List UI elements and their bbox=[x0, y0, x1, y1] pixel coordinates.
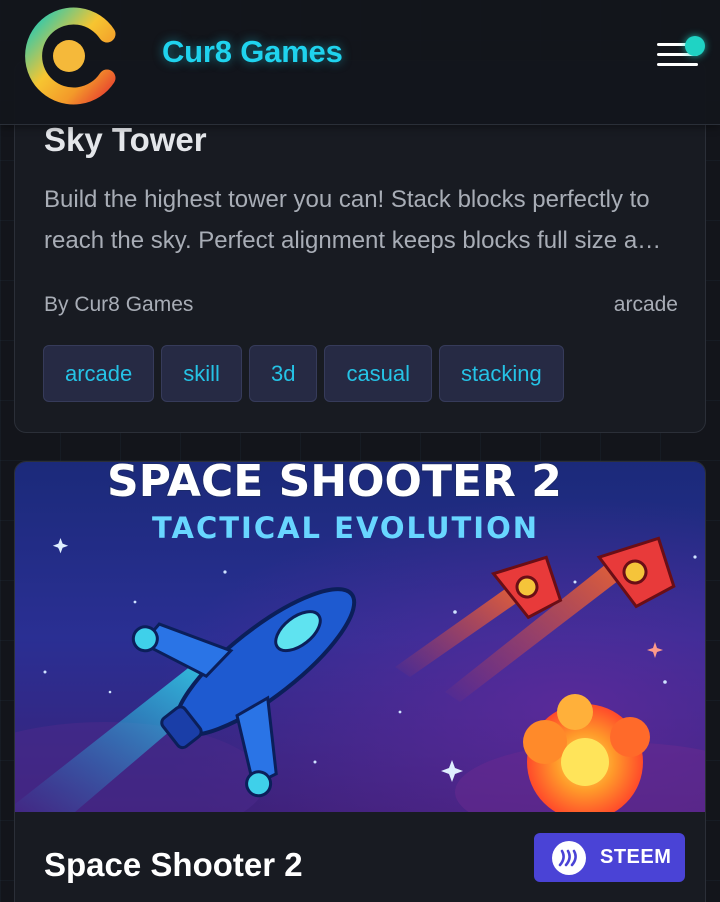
tag-stacking[interactable]: stacking bbox=[439, 345, 564, 402]
tag-skill[interactable]: skill bbox=[161, 345, 242, 402]
menu-button[interactable] bbox=[650, 36, 710, 76]
steem-logo-icon bbox=[552, 840, 586, 875]
brand-title[interactable]: Cur8 Games bbox=[162, 34, 343, 70]
tag-list: arcade skill 3d casual stacking bbox=[43, 345, 564, 402]
tag-3d[interactable]: 3d bbox=[248, 345, 318, 402]
tag-casual[interactable]: casual bbox=[324, 345, 433, 402]
top-header: Cur8 Games bbox=[0, 0, 720, 125]
game-card-space-shooter-2[interactable]: SPACE SHOOTER 2 TACTICAL EVOLUTION Space… bbox=[14, 461, 706, 902]
game-author: By Cur8 Games bbox=[44, 293, 194, 316]
hamburger-bar bbox=[657, 63, 698, 66]
thumbnail-subtitle: TACTICAL EVOLUTION bbox=[152, 511, 539, 545]
notification-dot bbox=[685, 36, 705, 56]
game-category: arcade bbox=[613, 293, 678, 316]
game-description: Build the highest tower you can! Stack b… bbox=[44, 186, 664, 254]
game-title[interactable]: Space Shooter 2 bbox=[44, 846, 303, 884]
thumbnail-title: SPACE SHOOTER 2 bbox=[107, 462, 562, 507]
tag-arcade[interactable]: arcade bbox=[43, 345, 155, 402]
cur8-logo-icon[interactable] bbox=[21, 6, 117, 106]
steem-label: STEEM bbox=[600, 846, 672, 868]
steem-button[interactable]: STEEM bbox=[534, 833, 685, 882]
game-title[interactable]: Sky Tower bbox=[44, 121, 207, 159]
game-thumbnail[interactable]: SPACE SHOOTER 2 TACTICAL EVOLUTION bbox=[15, 462, 705, 812]
